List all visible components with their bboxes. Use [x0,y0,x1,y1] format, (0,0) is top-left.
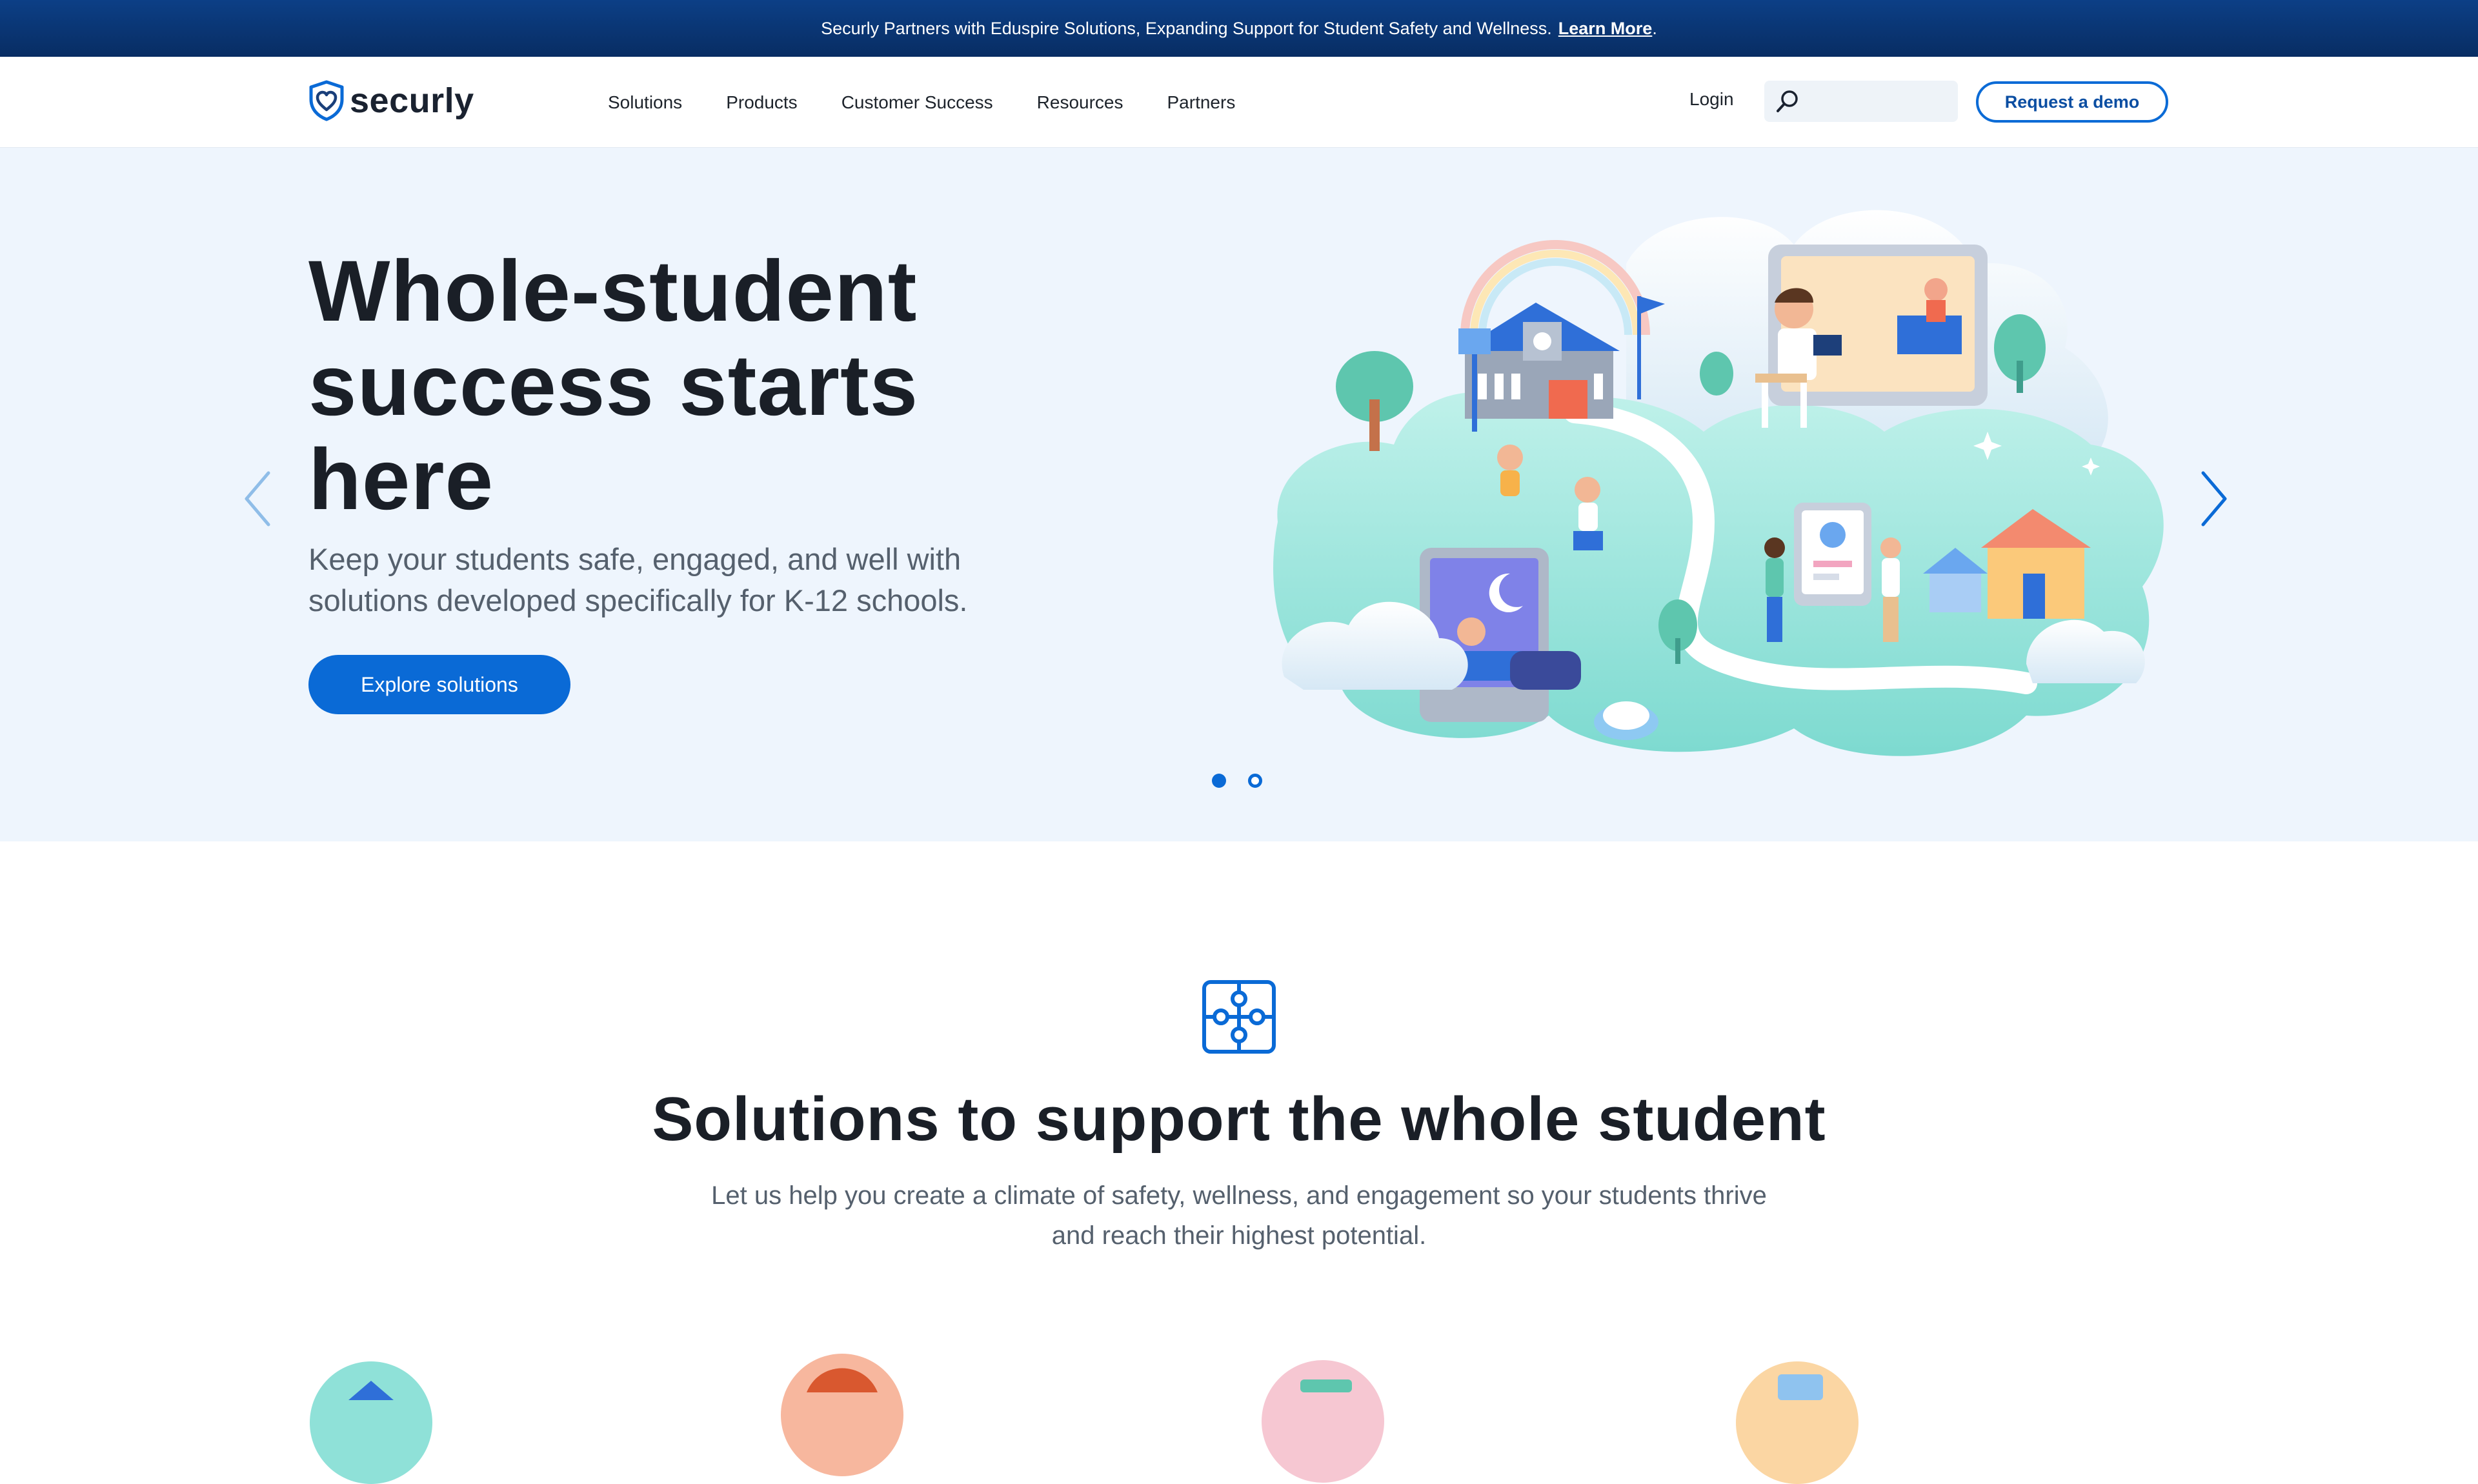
explore-solutions-button[interactable]: Explore solutions [308,655,570,714]
hero-title-line: success starts [308,337,919,434]
banner-text: Securly Partners with Eduspire Solutions… [821,18,1552,38]
nav-resources[interactable]: Resources [1037,92,1123,113]
puzzle-icon [1202,980,1276,1054]
site-header: securly Solutions Products Customer Succ… [0,57,2478,148]
nav-products[interactable]: Products [726,92,798,113]
chevron-right-icon[interactable] [2195,468,2231,530]
hero-title-line: Whole-student [308,243,918,339]
shield-heart-icon [309,80,344,121]
main-nav: Solutions Products Customer Success Reso… [608,57,1279,148]
hero-subtitle-line: solutions developed specifically for K-1… [308,583,968,617]
hero-title-line: here [308,432,494,528]
hero-title: Whole-student success starts here [308,245,1083,527]
nav-solutions[interactable]: Solutions [608,92,682,113]
solution-card-engagement-icon[interactable] [1262,1360,1384,1483]
announcement-banner: Securly Partners with Eduspire Solutions… [0,0,2478,57]
solutions-subtitle-line: and reach their highest potential. [1051,1221,1427,1250]
search-input[interactable] [1808,90,1950,112]
solution-card-safety-icon[interactable] [310,1361,432,1484]
search-icon[interactable] [1775,88,1800,114]
securly-logo[interactable]: securly [308,80,474,121]
solution-card-wellness-icon[interactable] [781,1354,903,1476]
banner-trailing: . [1652,18,1657,38]
nav-customer-success[interactable]: Customer Success [841,92,993,113]
carousel-dot-1[interactable] [1212,774,1226,788]
solutions-subtitle-line: Let us help you create a climate of safe… [711,1181,1767,1210]
logo-text: securly [350,81,474,120]
hero-subtitle: Keep your students safe, engaged, and we… [308,539,1070,621]
login-link[interactable]: Login [1689,89,1734,110]
solution-card-reports-icon[interactable] [1736,1361,1858,1484]
hero-illustration [1273,210,2164,756]
search-box[interactable] [1764,81,1958,122]
chevron-left-icon[interactable] [240,468,276,530]
nav-partners[interactable]: Partners [1167,92,1236,113]
request-demo-button[interactable]: Request a demo [1976,81,2168,123]
carousel-dot-2[interactable] [1248,774,1262,788]
hero-carousel: Whole-student success starts here Keep y… [0,148,2478,841]
learn-more-link[interactable]: Learn More [1558,19,1653,39]
solutions-title: Solutions to support the whole student [652,1085,1826,1154]
solutions-subtitle: Let us help you create a climate of safe… [645,1176,1833,1256]
hero-subtitle-line: Keep your students safe, engaged, and we… [308,542,962,576]
